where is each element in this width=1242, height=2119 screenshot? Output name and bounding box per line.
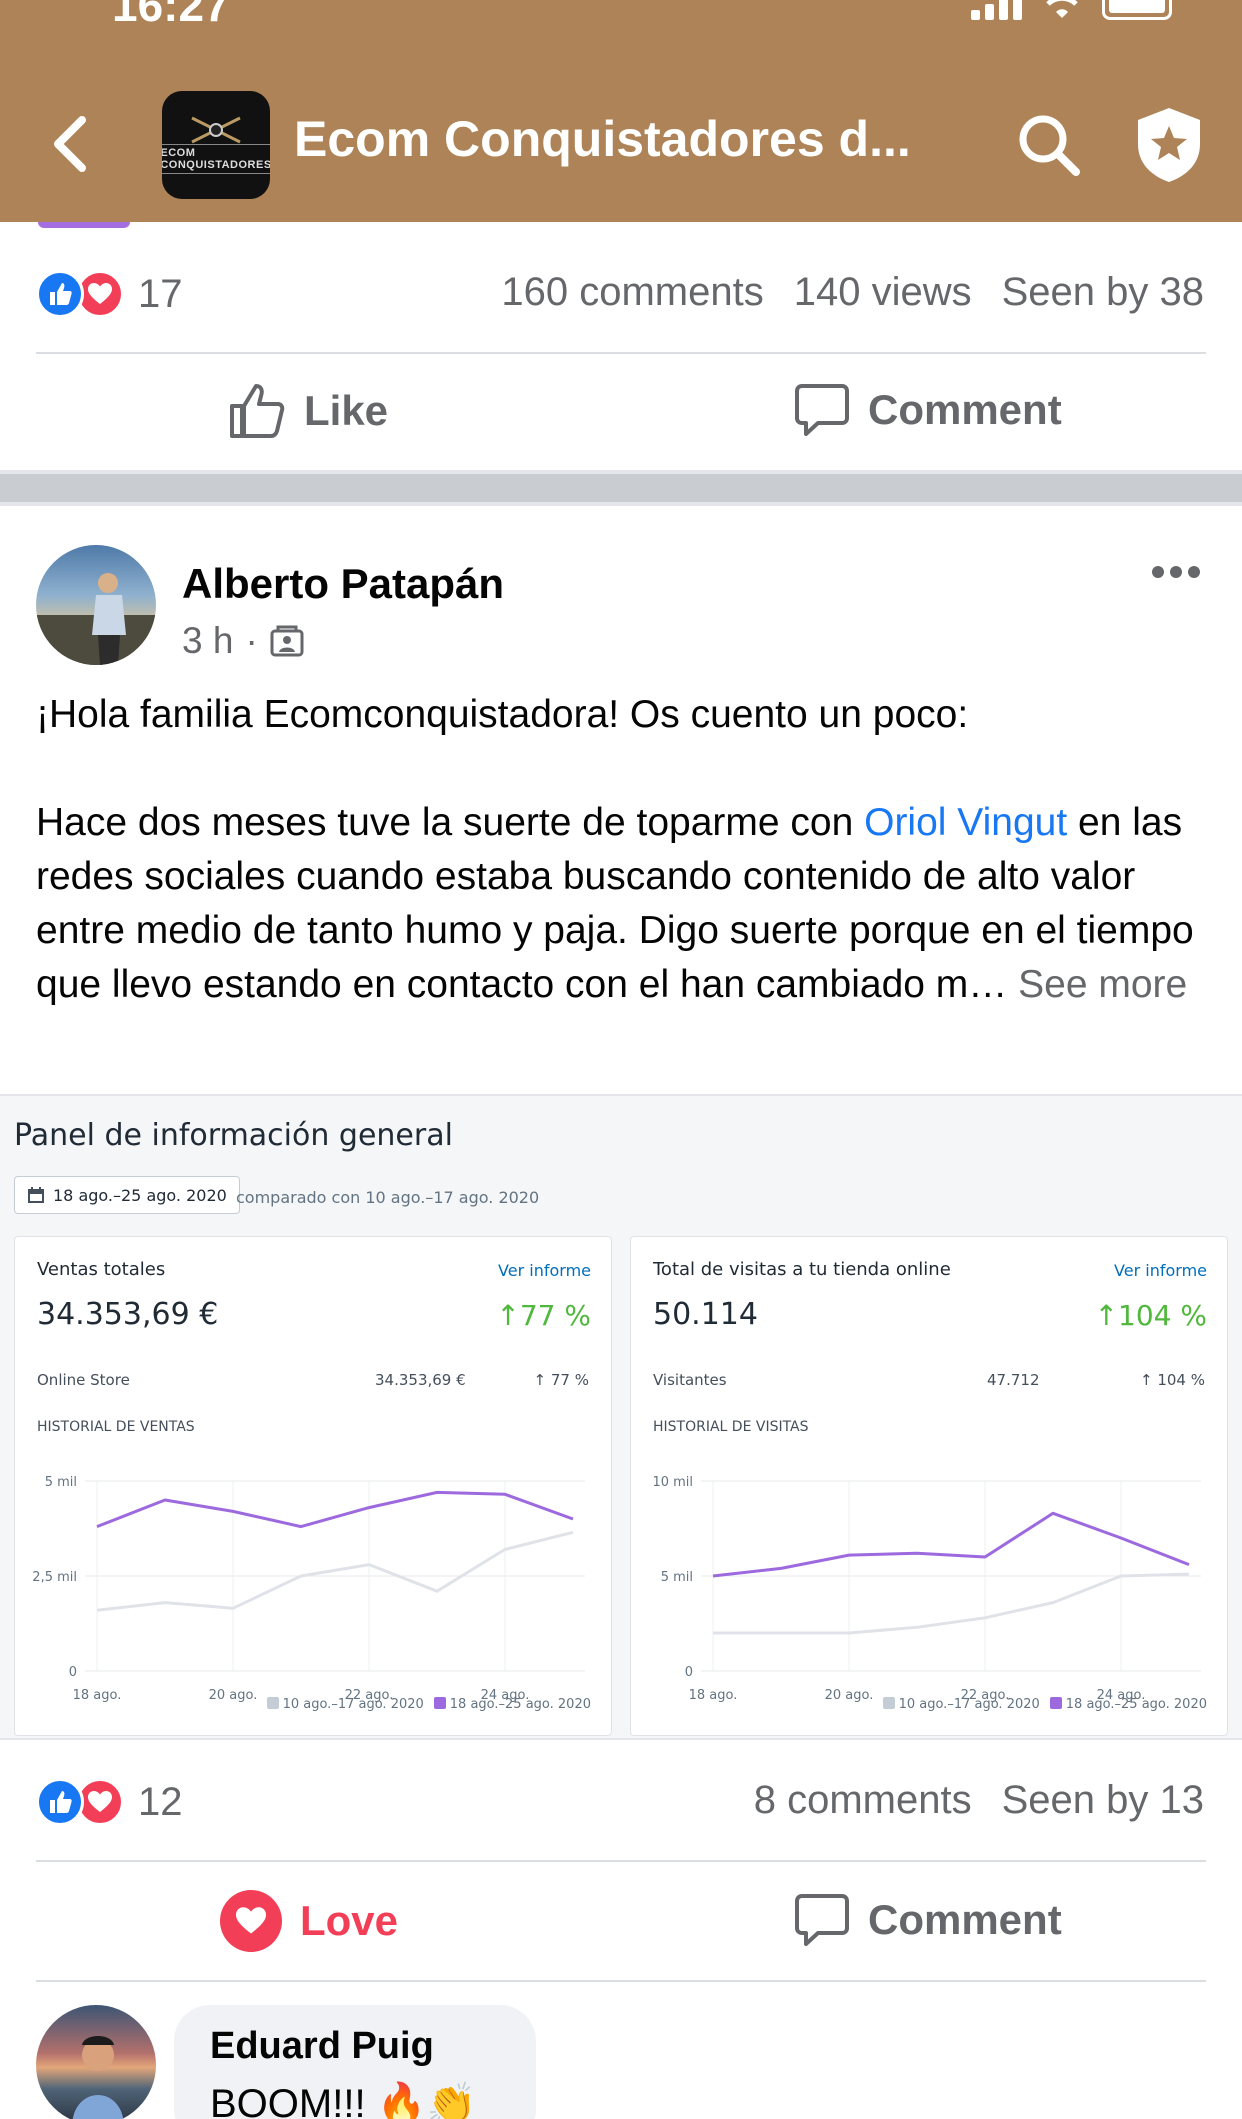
seen-by-count[interactable]: Seen by 13	[1002, 1778, 1204, 1823]
comment-bubble[interactable]: Eduard Puig BOOM!!! 🔥👏	[174, 2005, 536, 2119]
post-stats: 8 comments Seen by 13	[754, 1778, 1204, 1823]
divider	[36, 1860, 1206, 1862]
back-chevron-icon[interactable]	[46, 112, 94, 176]
love-filled-icon	[220, 1890, 282, 1952]
group-audience-icon	[270, 625, 304, 657]
author-avatar[interactable]	[36, 545, 156, 665]
like-outline-icon	[230, 384, 285, 438]
like-reaction-icon	[36, 1778, 84, 1826]
comment-count[interactable]: 8 comments	[754, 1778, 972, 1823]
sales-history-chart: 5 mil2,5 mil018 ago. 20 ago. 22 ago. 24 ago…	[32, 1475, 585, 1703]
author-name[interactable]: Alberto Patapán	[182, 560, 504, 608]
x-tick-label: 20 ago.	[209, 1688, 258, 1703]
comment-text: BOOM!!! 🔥👏	[210, 2082, 477, 2119]
y-tick-label: 0	[685, 1665, 693, 1680]
reaction-summary[interactable]: 12	[36, 1778, 183, 1826]
y-tick-label: 5 mil	[661, 1570, 693, 1585]
legend-current: 18 ago.–25 ago. 2020	[449, 1697, 591, 1712]
seen-by-count[interactable]: Seen by 38	[1002, 270, 1204, 315]
signal-icon	[971, 0, 1022, 20]
meta-separator: ·	[245, 620, 258, 661]
search-icon[interactable]	[1016, 112, 1082, 178]
y-tick-label: 2,5 mil	[32, 1570, 77, 1585]
comment-bubble-icon	[795, 384, 849, 436]
post-paragraph: ¡Hola familia Ecomconquistadora! Os cuen…	[36, 693, 969, 736]
wifi-icon	[1046, 0, 1078, 18]
chart-legend: 10 ago.–17 ago. 2020 18 ago.–25 ago. 202…	[882, 1697, 1207, 1712]
post-image-dashboard[interactable]: Panel de información general 18 ago.–25 …	[0, 1094, 1242, 1740]
post-time[interactable]: 3 h	[182, 620, 233, 662]
y-tick-label: 0	[69, 1665, 77, 1680]
see-more-link[interactable]: See more	[1018, 963, 1187, 1006]
series-line-current	[96, 1490, 574, 1529]
comment-label: Comment	[868, 386, 1062, 433]
love-label: Love	[300, 1897, 399, 1944]
chart-legend: 10 ago.–17 ago. 2020 18 ago.–25 ago. 202…	[266, 1697, 591, 1712]
visits-card: Total de visitas a tu tienda online Ver …	[630, 1236, 1228, 1736]
post-text: ¡Hola familia Ecomconquistadora! Os cuen…	[36, 688, 1216, 1012]
date-range: 18 ago.–25 ago. 2020	[53, 1185, 227, 1205]
series-line-previous	[96, 1530, 574, 1612]
feed-separator	[0, 470, 1242, 506]
commenter-avatar[interactable]	[36, 2005, 156, 2119]
mention-link[interactable]: Oriol Vingut	[864, 801, 1067, 844]
x-tick-label: 18 ago.	[689, 1688, 738, 1703]
reaction-count: 12	[138, 1779, 183, 1824]
battery-icon	[1102, 0, 1172, 20]
divider	[36, 352, 1206, 354]
love-button[interactable]: Love	[220, 1890, 398, 1952]
legend-previous: 10 ago.–17 ago. 2020	[898, 1697, 1040, 1712]
group-header: 16:27 ECOM CONQUISTADORES Ecom Conquista…	[0, 0, 1242, 222]
status-time: 16:27	[112, 0, 230, 31]
series-line-previous	[713, 1572, 1190, 1635]
view-count: 140 views	[793, 270, 972, 314]
calendar-icon	[28, 1187, 44, 1203]
dashboard-title: Panel de información general	[14, 1118, 453, 1153]
comment-label: Comment	[868, 1896, 1062, 1943]
visits-history-chart: 10 mil5 mil018 ago. 20 ago. 22 ago. 24 ago.	[652, 1475, 1201, 1703]
previous-post-media-edge	[38, 222, 130, 228]
like-reaction-icon	[36, 270, 84, 318]
reaction-summary[interactable]: 17	[36, 270, 183, 318]
group-title[interactable]: Ecom Conquistadores d...	[294, 110, 934, 168]
comment-button[interactable]: Comment	[794, 382, 1062, 438]
more-options-icon[interactable]	[1152, 566, 1200, 578]
like-button[interactable]: Like	[228, 382, 388, 440]
comparison-range: comparado con 10 ago.–17 ago. 2020	[236, 1188, 540, 1207]
group-avatar[interactable]: ECOM CONQUISTADORES	[162, 91, 270, 199]
crossed-swords-icon	[191, 116, 241, 144]
y-tick-label: 5 mil	[45, 1475, 77, 1490]
post-paragraph: Hace dos meses tuve la suerte de toparme…	[36, 796, 1216, 1012]
post-meta: 3 h ·	[182, 620, 304, 662]
legend-current: 18 ago.–25 ago. 2020	[1065, 1697, 1207, 1712]
sales-card: Ventas totales Ver informe 34.353,69 € ↑…	[14, 1236, 612, 1736]
status-icons	[971, 0, 1172, 20]
date-range-picker: 18 ago.–25 ago. 2020	[14, 1176, 240, 1214]
author-photo	[36, 573, 156, 665]
x-tick-label: 18 ago.	[73, 1688, 122, 1703]
post-stats: 160 comments 140 views Seen by 38	[501, 270, 1204, 315]
comment-author[interactable]: Eduard Puig	[210, 2025, 500, 2068]
reaction-count: 17	[138, 271, 183, 316]
comment-button[interactable]: Comment	[794, 1892, 1062, 1948]
x-tick-label: 20 ago.	[825, 1688, 874, 1703]
legend-previous: 10 ago.–17 ago. 2020	[282, 1697, 424, 1712]
series-line-current	[712, 1511, 1190, 1578]
divider	[36, 1980, 1206, 1982]
shield-star-icon[interactable]	[1134, 106, 1204, 184]
y-tick-label: 10 mil	[652, 1475, 693, 1490]
like-label: Like	[304, 387, 389, 434]
post-text-before-mention: Hace dos meses tuve la suerte de toparme…	[36, 801, 865, 844]
group-avatar-text: ECOM CONQUISTADORES	[162, 144, 270, 174]
comment-count[interactable]: 160 comments	[501, 270, 763, 315]
comment-bubble-icon	[795, 1894, 849, 1946]
commenter-photo	[72, 2036, 124, 2119]
